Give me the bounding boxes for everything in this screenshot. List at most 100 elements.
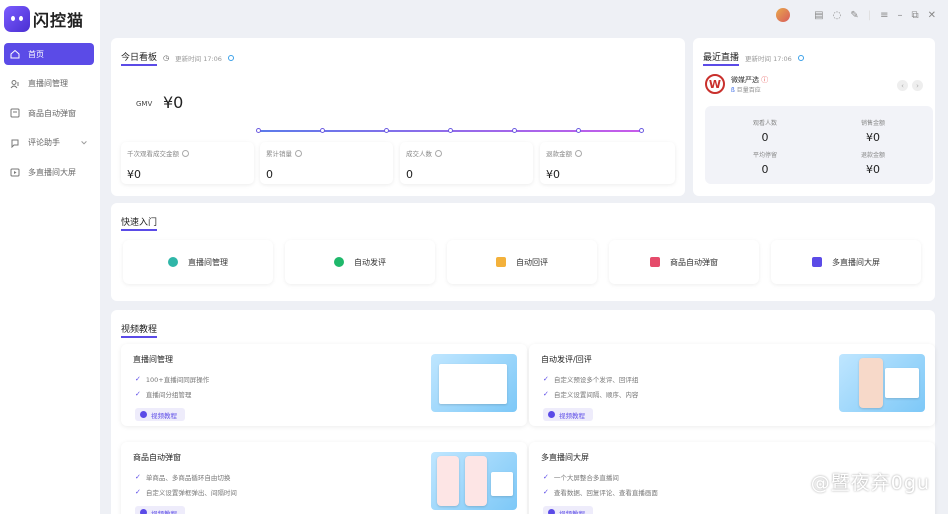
thumbnail-window (491, 472, 513, 496)
metric-label: 累计销量 (266, 150, 292, 158)
window-controls: ▤ ◌ ✎ | ≡ – ⧉ ✕ (776, 8, 936, 22)
feature-text: 一个大屏整合多直播间 (553, 474, 619, 482)
live-stat: 观看人数 0 (725, 118, 805, 144)
user-avatar[interactable] (776, 8, 791, 22)
help-icon[interactable] (182, 149, 189, 157)
edit-icon[interactable]: ✎ (850, 10, 858, 21)
quick-item-label: 多直播间大屏 (832, 257, 880, 267)
button-label: 视频教程 (151, 411, 177, 420)
metric-label: 退款金额 (546, 150, 572, 158)
timeline-dot (639, 128, 644, 133)
app-logo: 闪控猫 (4, 6, 84, 32)
tutorial-card[interactable]: 商品自动弹窗 ✓ 单商品、多商品循环自由切换 ✓ 自定义设置弹框弹出、间隔时间 视频… (121, 442, 527, 514)
help-icon[interactable] (575, 149, 582, 157)
live-account[interactable]: W 微媒严选 ⓘ ß 巨量百应 (705, 74, 768, 94)
metric-value: 0 (406, 168, 413, 181)
feature-text: 自定义设置间隔、顺序、内容 (553, 391, 639, 399)
quick-item-live-management[interactable]: 直播间管理 (123, 240, 273, 284)
feature-text: 直播间分组管理 (145, 391, 192, 399)
sidebar-item-live-management[interactable]: 直播间管理 (4, 73, 94, 95)
screen-icon (10, 168, 20, 177)
video-tutorial-button[interactable]: 视频教程 (543, 408, 593, 421)
sidebar-item-product-popup[interactable]: 商品自动弹窗 (4, 102, 94, 124)
tutorial-title: 直播间管理 (133, 355, 173, 364)
clipboard-icon[interactable]: ▤ (814, 10, 823, 21)
gmv-timeline (256, 128, 644, 133)
sidebar-item-comment-assistant[interactable]: 评论助手 (4, 132, 94, 154)
quick-item-auto-reply[interactable]: 自动回评 (447, 240, 597, 284)
cat-logo-icon (4, 6, 30, 32)
platform-icon: ß (731, 86, 735, 94)
play-icon (140, 509, 147, 514)
feature-text: 100+直播间同屏操作 (145, 376, 210, 384)
gmv-label: GMV (136, 100, 153, 108)
quick-item-label: 自动发评 (354, 257, 386, 267)
tutorial-title: 多直播间大屏 (541, 453, 589, 462)
restore-icon[interactable]: ⧉ (911, 10, 918, 21)
next-arrow-icon[interactable]: › (912, 80, 923, 91)
sidebar-item-label: 首页 (28, 49, 44, 59)
tutorial-card[interactable]: 自动发评/回评 ✓ 自定义预设多个发评、回评组 ✓ 自定义设置间隔、顺序、内容 视频… (529, 344, 935, 426)
sidebar-item-home[interactable]: 首页 (4, 43, 94, 65)
menu-icon[interactable]: ≡ (880, 10, 888, 21)
close-icon[interactable]: ✕ (928, 10, 936, 21)
play-icon (548, 411, 555, 418)
quick-item-label: 自动回评 (516, 257, 548, 267)
thumbnail-phone (465, 456, 487, 506)
sidebar-item-label: 评论助手 (28, 138, 60, 147)
quick-item-multi-screen[interactable]: 多直播间大屏 (771, 240, 921, 284)
tutorials-title: 视频教程 (121, 322, 158, 338)
help-icon[interactable] (295, 149, 302, 157)
video-tutorial-button[interactable]: 视频教程 (135, 408, 185, 421)
live-stat-label: 销售金额 (860, 120, 885, 127)
feature-text: 单商品、多商品循环自由切换 (145, 474, 231, 482)
refresh-icon[interactable] (797, 55, 804, 61)
help-icon[interactable] (435, 149, 442, 157)
today-dashboard-card: 今日看板 ◷ 更新时间 17:06 GMV ¥0 千次观看成交金额 ¥0 累计销… (111, 38, 685, 196)
video-tutorial-button[interactable]: 视频教程 (543, 506, 593, 514)
tutorial-feature: ✓ 一个大屏整合多直播间 (543, 472, 619, 482)
tutorials-header: 视频教程 (121, 322, 158, 338)
headset-icon[interactable]: ◌ (833, 10, 842, 21)
quick-item-product-popup[interactable]: 商品自动弹窗 (609, 240, 759, 284)
refresh-icon[interactable] (227, 55, 234, 61)
metric-card: 累计销量 0 (260, 142, 393, 184)
live-account-name: 微媒严选 (731, 75, 759, 84)
play-icon (140, 411, 147, 418)
live-stat-value: 0 (761, 131, 769, 144)
metric-card: 退款金额 ¥0 (540, 142, 675, 184)
live-pager: ‹ › (897, 80, 923, 91)
minimize-icon[interactable]: – (897, 10, 902, 21)
update-time: 更新时间 17:06 (745, 55, 792, 63)
watermark: @暨夜弃0gu (810, 472, 930, 494)
quick-item-label: 商品自动弹窗 (670, 257, 718, 267)
user-icon (10, 79, 19, 88)
quick-start-header: 快速入门 (121, 215, 158, 231)
feature-text: 查看数据、回复评论、查看直播画面 (553, 489, 658, 497)
sidebar-item-multi-screen[interactable]: 多直播间大屏 (4, 161, 94, 183)
live-stats-panel: 观看人数 0 销售金额 ¥0 平均停留 0 退款金额 ¥0 (705, 106, 933, 184)
button-label: 视频教程 (559, 411, 585, 420)
timeline-dot (256, 128, 261, 133)
tutorial-title: 商品自动弹窗 (133, 453, 181, 462)
sidebar: 闪控猫 首页 直播间管理 商品自动弹窗 评论助手 多直播间大屏 (0, 0, 100, 514)
comment-icon (11, 139, 19, 148)
info-icon: ⓘ (761, 75, 769, 84)
metric-label: 成交人数 (406, 150, 432, 158)
tutorial-thumbnail (431, 354, 517, 412)
tutorial-card[interactable]: 直播间管理 ✓ 100+直播间同屏操作 ✓ 直播间分组管理 视频教程 (121, 344, 527, 426)
today-dashboard-title: 今日看板 (121, 50, 158, 66)
video-tutorial-button[interactable]: 视频教程 (135, 506, 185, 514)
quick-item-auto-comment[interactable]: 自动发评 (285, 240, 435, 284)
thumbnail-phone (859, 358, 883, 408)
popup-icon (10, 108, 20, 118)
timeline-dot (384, 128, 389, 133)
check-icon: ✓ (543, 473, 549, 481)
prev-arrow-icon[interactable]: ‹ (897, 80, 908, 91)
recent-live-header: 最近直播 更新时间 17:06 (703, 50, 804, 66)
thumbnail-window (885, 368, 919, 398)
live-stat-label: 平均停留 (752, 152, 777, 159)
thumbnail-window (439, 364, 507, 404)
play-icon (548, 509, 555, 514)
live-stat: 平均停留 0 (725, 150, 805, 176)
